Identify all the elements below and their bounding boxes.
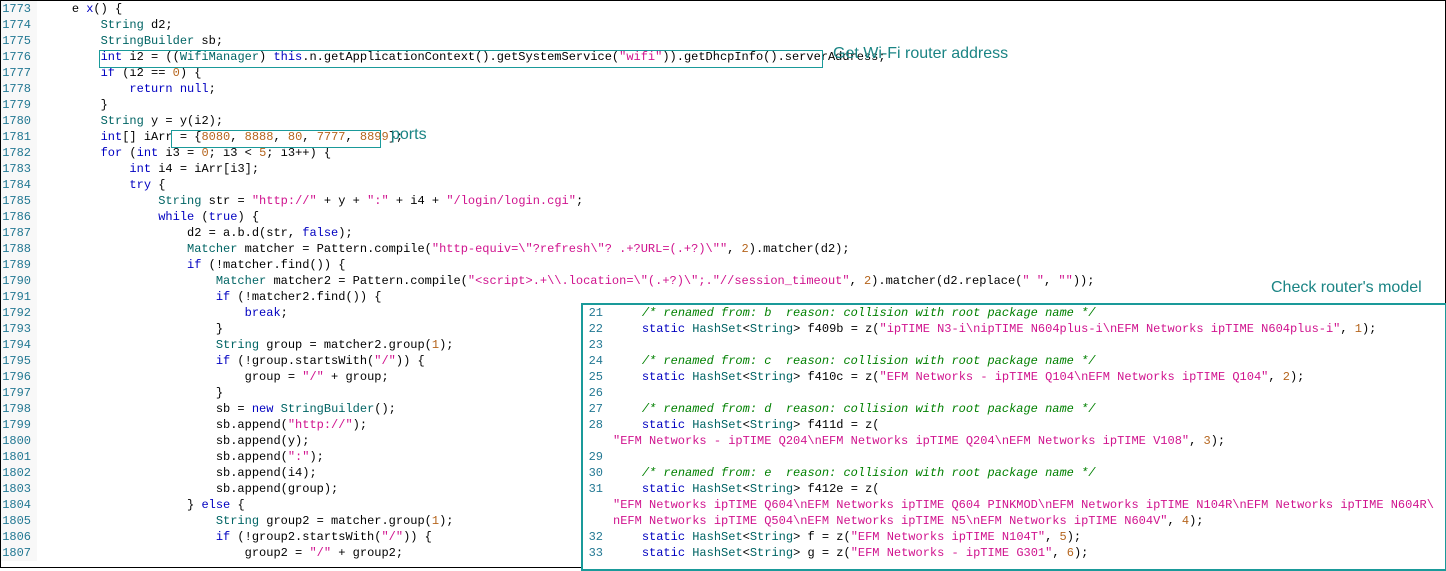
- annotation-wifi: Get Wi-Fi router address: [833, 46, 1008, 62]
- line-gutter-inset: 21222324252627282930313233: [583, 305, 607, 561]
- code-pane-inset: /* renamed from: b reason: collision wit…: [613, 305, 1434, 561]
- inset-code-panel: 21222324252627282930313233 /* renamed fr…: [581, 303, 1446, 571]
- annotation-model: Check router's model: [1271, 280, 1422, 296]
- code-editor: 1773177417751776177717781779178017811782…: [1, 1, 1445, 567]
- line-gutter-main: 1773177417751776177717781779178017811782…: [1, 1, 37, 561]
- annotation-ports: ports: [391, 127, 427, 143]
